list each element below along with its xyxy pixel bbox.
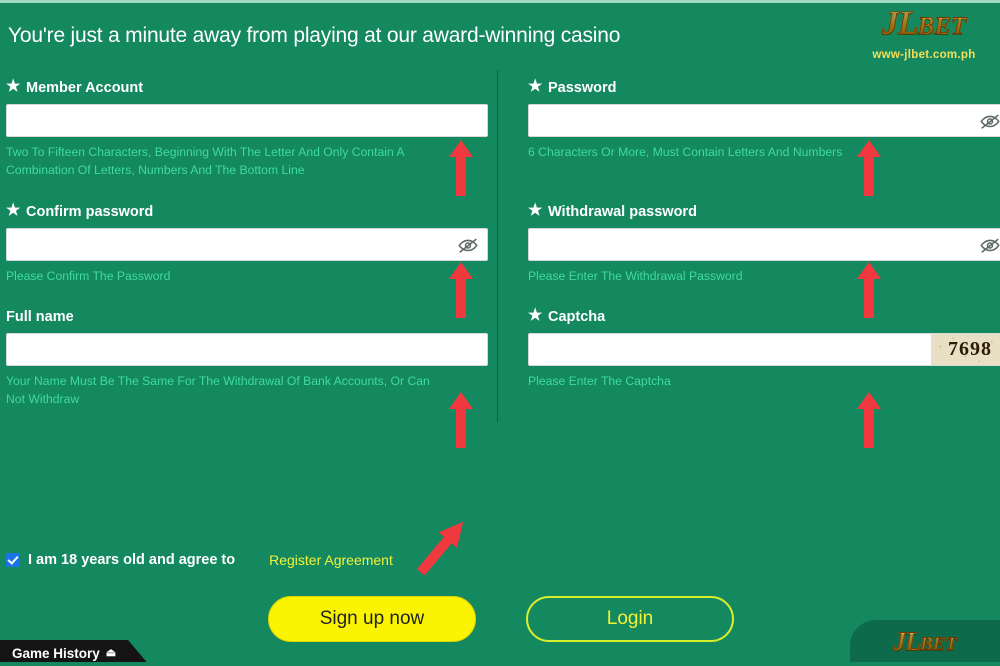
annotation-arrow-up [448,262,474,318]
label-text: Withdrawal password [548,204,697,220]
field-withdrawal-password: ★ Withdrawal password Please Enter The W… [522,202,1000,285]
field-captcha: ★ Captcha 7698 Please Enter The Captcha [522,307,1000,390]
annotation-arrow-diagonal [412,512,472,587]
input-shell-confirm-password[interactable] [6,228,488,261]
hint-full-name: Your Name Must Be The Same For The Withd… [6,374,430,406]
captcha-image[interactable]: 7698 [931,334,1000,365]
annotation-arrow-up [856,140,882,196]
bottom-edge-strip [0,662,1000,666]
age-agreement-checkbox[interactable] [6,553,20,567]
label-text: Password [548,80,617,96]
eye-off-icon[interactable] [971,105,1000,136]
field-confirm-password: ★ Confirm password Please Confirm The Pa… [0,202,490,285]
register-agreement-link[interactable]: Register Agreement [269,552,393,568]
brand-logo[interactable]: JLBET www-jlbet.com.ph [854,4,994,62]
hint-captcha: Please Enter The Captcha [528,374,671,388]
eye-off-icon[interactable] [971,229,1000,260]
brand-logo-main: JL [881,5,919,43]
confirm-password-input[interactable] [7,229,449,260]
field-password: ★ Password 6 Characters Or More, Must Co… [522,78,1000,161]
eject-icon: ⏏ [105,646,117,659]
field-label-password: ★ Password [522,78,1000,98]
agreement-text: I am 18 years old and agree to [28,552,236,568]
annotation-arrow-up [856,262,882,318]
annotation-arrow-up [448,392,474,448]
label-text: Full name [6,309,74,325]
required-star-icon: ★ [528,307,543,324]
withdrawal-password-input[interactable] [529,229,971,260]
password-input[interactable] [529,105,971,136]
input-shell-captcha[interactable]: 7698 [528,333,1000,366]
page-title: You're just a minute away from playing a… [8,24,621,47]
column-divider [497,70,498,422]
footer-brand-main: JL [893,626,922,656]
footer-brand-logo: JLBET [893,626,958,660]
required-star-icon: ★ [528,202,543,219]
required-star-icon: ★ [6,202,21,219]
register-page: You're just a minute away from playing a… [0,0,1000,666]
top-edge-strip [0,0,1000,3]
field-label-full-name: Full name [0,307,490,327]
input-shell-full-name[interactable] [6,333,488,366]
game-history-label: Game History [12,645,100,661]
label-text: Confirm password [26,204,154,220]
label-text: Captcha [548,309,606,325]
captcha-input[interactable] [529,334,931,365]
footer-brand-panel[interactable]: JLBET [850,620,1000,666]
input-shell-member-account[interactable] [6,104,488,137]
field-label-member-account: ★ Member Account [0,78,490,98]
required-star-icon: ★ [528,78,543,95]
field-full-name: Full name Your Name Must Be The Same For… [0,307,490,408]
annotation-arrow-up [448,140,474,196]
footer-brand-sub: BET [919,633,957,655]
input-shell-withdrawal-password[interactable] [528,228,1000,261]
full-name-input[interactable] [7,334,487,365]
eye-off-icon[interactable] [449,229,487,260]
agreement-row: I am 18 years old and agree to Register … [6,552,393,568]
annotation-arrow-up [856,392,882,448]
sign-up-button[interactable]: Sign up now [268,596,476,642]
field-label-withdrawal-password: ★ Withdrawal password [522,202,1000,222]
brand-logo-sub: BET [917,13,967,41]
required-star-icon: ★ [6,78,21,95]
field-label-confirm-password: ★ Confirm password [0,202,490,222]
field-member-account: ★ Member Account Two To Fifteen Characte… [0,78,490,179]
hint-password: 6 Characters Or More, Must Contain Lette… [528,145,843,159]
input-shell-password[interactable] [528,104,1000,137]
brand-logo-url: www-jlbet.com.ph [872,49,976,61]
brand-logo-text: JLBET [854,4,994,47]
field-label-captcha: ★ Captcha [522,307,1000,327]
hint-confirm-password: Please Confirm The Password [6,269,171,283]
hint-withdrawal-password: Please Enter The Withdrawal Password [528,269,743,283]
hint-member-account: Two To Fifteen Characters, Beginning Wit… [6,145,404,177]
label-text: Member Account [26,80,144,96]
login-button[interactable]: Login [526,596,734,642]
member-account-input[interactable] [7,105,487,136]
